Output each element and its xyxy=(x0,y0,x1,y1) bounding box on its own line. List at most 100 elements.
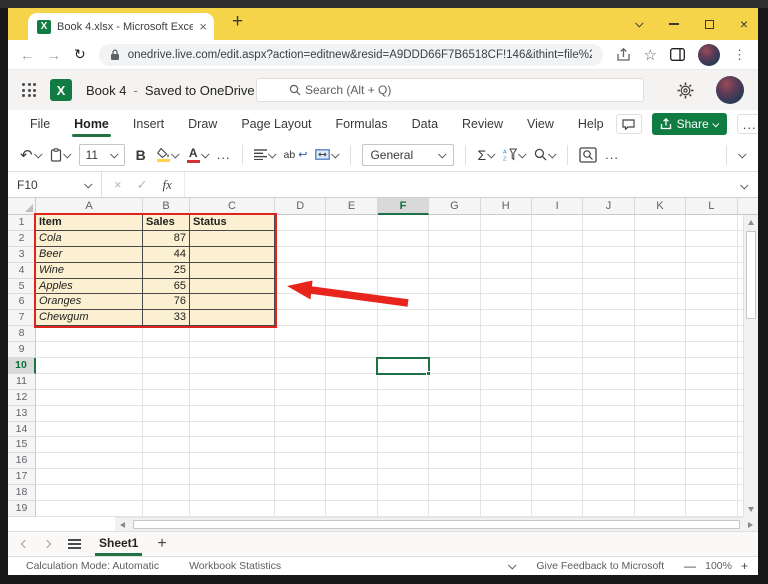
cell-I17[interactable] xyxy=(532,469,583,485)
menu-draw[interactable]: Draw xyxy=(176,110,229,138)
cell-D6[interactable] xyxy=(275,294,326,310)
cell-L16[interactable] xyxy=(686,453,737,469)
row-header-12[interactable]: 12 xyxy=(8,390,36,406)
confirm-icon[interactable]: ✓ xyxy=(137,177,148,193)
merge-cells-button[interactable] xyxy=(315,149,339,160)
cell-C12[interactable] xyxy=(190,390,275,406)
cell-L1[interactable] xyxy=(686,215,737,231)
cell-D5[interactable] xyxy=(275,279,326,295)
cell-H12[interactable] xyxy=(481,390,532,406)
cell-K7[interactable] xyxy=(635,310,686,326)
cell-I4[interactable] xyxy=(532,263,583,279)
row-header-3[interactable]: 3 xyxy=(8,247,36,263)
cell-H6[interactable] xyxy=(481,294,532,310)
cell-E4[interactable] xyxy=(326,263,377,279)
browser-profile-avatar[interactable] xyxy=(698,44,720,66)
cell-I6[interactable] xyxy=(532,294,583,310)
cell-J19[interactable] xyxy=(583,501,634,517)
cell-D2[interactable] xyxy=(275,231,326,247)
column-header-E[interactable]: E xyxy=(326,198,377,215)
cell-D18[interactable] xyxy=(275,485,326,501)
cell-E14[interactable] xyxy=(326,422,377,438)
cell-I9[interactable] xyxy=(532,342,583,358)
cell-K17[interactable] xyxy=(635,469,686,485)
cell-H13[interactable] xyxy=(481,406,532,422)
sheet-view-button[interactable] xyxy=(579,147,597,163)
cell-E1[interactable] xyxy=(326,215,377,231)
cell-L14[interactable] xyxy=(686,422,737,438)
cell-F6[interactable] xyxy=(378,294,429,310)
cell-I12[interactable] xyxy=(532,390,583,406)
row-header-6[interactable]: 6 xyxy=(8,294,36,310)
cell-J14[interactable] xyxy=(583,422,634,438)
row-header-17[interactable]: 17 xyxy=(8,469,36,485)
font-color-button[interactable]: A xyxy=(187,147,209,163)
cell-K6[interactable] xyxy=(635,294,686,310)
cell-C13[interactable] xyxy=(190,406,275,422)
forward-icon[interactable]: → xyxy=(47,47,61,63)
cell-G8[interactable] xyxy=(429,326,480,342)
cell-A5[interactable]: Apples xyxy=(36,279,143,295)
cell-C1[interactable]: Status xyxy=(190,215,275,231)
cell-E3[interactable] xyxy=(326,247,377,263)
cell-J18[interactable] xyxy=(583,485,634,501)
next-sheet-icon[interactable] xyxy=(43,540,51,548)
cell-H16[interactable] xyxy=(481,453,532,469)
cell-F12[interactable] xyxy=(378,390,429,406)
sheet-list-icon[interactable] xyxy=(68,539,81,549)
cell-B14[interactable] xyxy=(143,422,190,438)
cell-D17[interactable] xyxy=(275,469,326,485)
row-header-1[interactable]: 1 xyxy=(8,215,36,231)
cell-F4[interactable] xyxy=(378,263,429,279)
column-header-F[interactable]: F xyxy=(378,198,429,215)
cell-A15[interactable] xyxy=(36,437,143,453)
cell-E6[interactable] xyxy=(326,294,377,310)
selected-cell[interactable] xyxy=(376,357,430,375)
cell-J11[interactable] xyxy=(583,374,634,390)
cell-E9[interactable] xyxy=(326,342,377,358)
column-header-H[interactable]: H xyxy=(481,198,532,215)
cell-K3[interactable] xyxy=(635,247,686,263)
column-header-L[interactable]: L xyxy=(686,198,737,215)
cell-E15[interactable] xyxy=(326,437,377,453)
cell-J10[interactable] xyxy=(583,358,634,374)
sort-filter-button[interactable]: AZ xyxy=(503,148,526,161)
cell-L2[interactable] xyxy=(686,231,737,247)
row-header-16[interactable]: 16 xyxy=(8,453,36,469)
row-header-10[interactable]: 10 xyxy=(8,358,36,374)
cell-D7[interactable] xyxy=(275,310,326,326)
cell-K16[interactable] xyxy=(635,453,686,469)
maximize-button[interactable] xyxy=(705,20,714,29)
cell-J5[interactable] xyxy=(583,279,634,295)
scroll-up-icon[interactable] xyxy=(748,220,754,225)
cell-E19[interactable] xyxy=(326,501,377,517)
cell-K14[interactable] xyxy=(635,422,686,438)
ribbon-overflow-button[interactable]: ... xyxy=(605,147,619,162)
cell-D16[interactable] xyxy=(275,453,326,469)
cell-G9[interactable] xyxy=(429,342,480,358)
cell-K12[interactable] xyxy=(635,390,686,406)
column-header-I[interactable]: I xyxy=(532,198,583,215)
cell-H11[interactable] xyxy=(481,374,532,390)
bookmark-star-icon[interactable]: ☆ xyxy=(644,46,657,64)
cell-A7[interactable]: Chewgum xyxy=(36,310,143,326)
row-header-19[interactable]: 19 xyxy=(8,501,36,517)
cell-B19[interactable] xyxy=(143,501,190,517)
cell-J13[interactable] xyxy=(583,406,634,422)
cell-C4[interactable] xyxy=(190,263,275,279)
alignment-button[interactable] xyxy=(254,149,276,160)
cell-G4[interactable] xyxy=(429,263,480,279)
cell-D19[interactable] xyxy=(275,501,326,517)
column-header-M[interactable]: M xyxy=(738,198,758,215)
cell-G2[interactable] xyxy=(429,231,480,247)
cell-B2[interactable]: 87 xyxy=(143,231,190,247)
cell-F9[interactable] xyxy=(378,342,429,358)
row-header-9[interactable]: 9 xyxy=(8,342,36,358)
sheet-tab-sheet1[interactable]: Sheet1 xyxy=(95,532,142,556)
cell-I5[interactable] xyxy=(532,279,583,295)
menu-help[interactable]: Help xyxy=(566,110,616,138)
horizontal-scroll-thumb[interactable] xyxy=(133,520,740,529)
column-header-D[interactable]: D xyxy=(275,198,326,215)
cell-B8[interactable] xyxy=(143,326,190,342)
cell-C14[interactable] xyxy=(190,422,275,438)
